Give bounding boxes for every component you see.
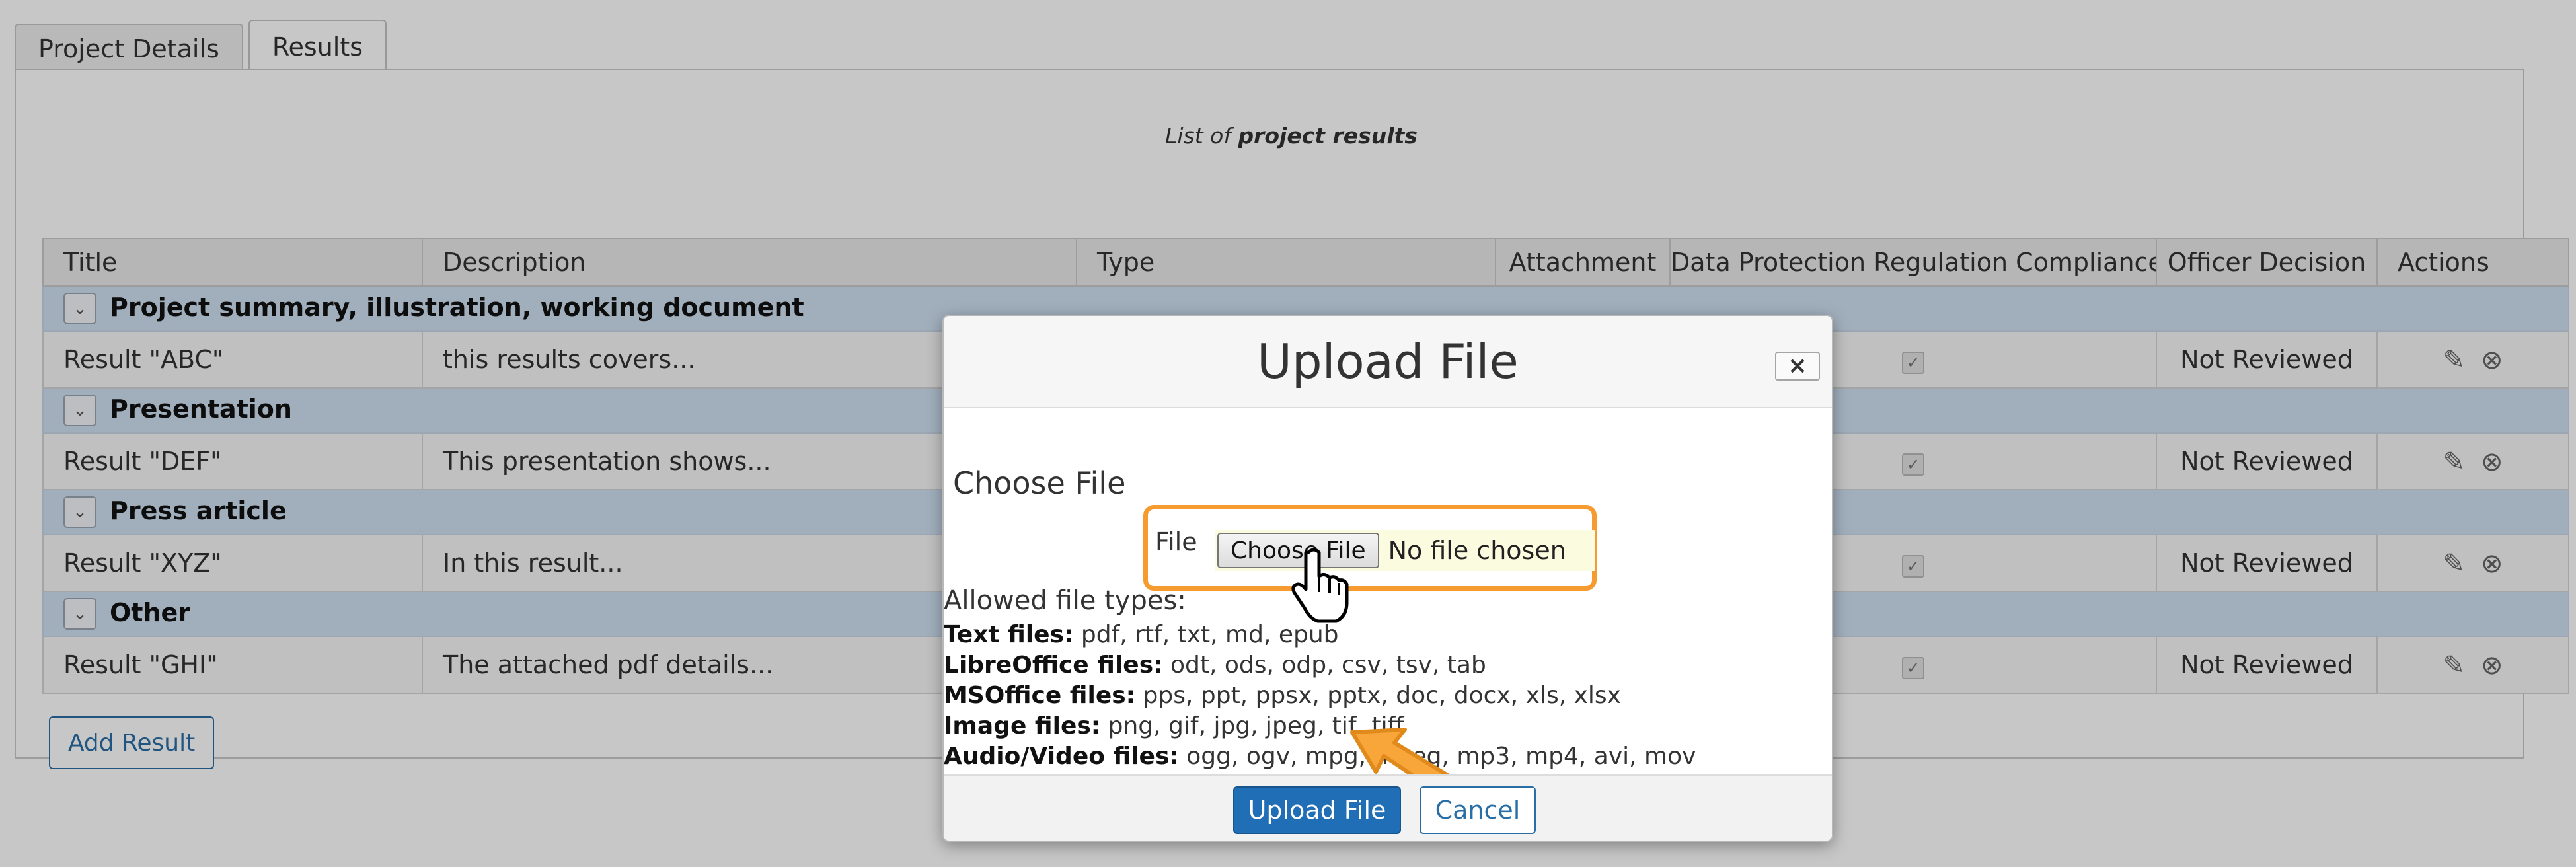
file-type-line: LibreOffice files: odt, ods, odp, csv, t…: [944, 652, 1486, 679]
close-button[interactable]: ×: [1775, 352, 1820, 381]
file-type-line: Audio/Video files: ogg, ogv, mpg, mpeg, …: [944, 743, 1696, 770]
choose-file-heading: Choose File: [953, 465, 1126, 501]
dialog-footer: Upload File Cancel: [944, 774, 1832, 841]
file-type-line: Image files: png, gif, jpg, jpeg, tif, t…: [944, 712, 1404, 739]
file-input[interactable]: Choose File No file chosen: [1215, 530, 1595, 571]
cancel-button[interactable]: Cancel: [1420, 786, 1536, 834]
file-type-exts: pdf, rtf, txt, md, epub: [1080, 621, 1339, 648]
file-type-label: MSOffice files:: [944, 682, 1136, 709]
upload-file-dialog: Upload File × Choose File File Choose Fi…: [942, 315, 1833, 842]
dialog-header: Upload File ×: [944, 316, 1832, 408]
file-type-line: MSOffice files: pps, ppt, ppsx, pptx, do…: [944, 682, 1621, 709]
file-type-label: Image files:: [944, 712, 1101, 739]
file-type-label: Audio/Video files:: [944, 743, 1179, 770]
file-type-label: Text files:: [944, 621, 1074, 648]
file-type-exts: pps, ppt, ppsx, pptx, doc, docx, xls, xl…: [1143, 682, 1621, 709]
upload-file-button[interactable]: Upload File: [1233, 786, 1401, 834]
file-label: File: [1155, 527, 1197, 556]
file-type-line: Text files: pdf, rtf, txt, md, epub: [944, 621, 1339, 648]
file-type-exts: odt, ods, odp, csv, tsv, tab: [1170, 652, 1486, 679]
hand-cursor-icon: [1291, 548, 1349, 623]
no-file-chosen-text: No file chosen: [1388, 536, 1566, 565]
dialog-title: Upload File: [1257, 334, 1519, 389]
file-type-label: LibreOffice files:: [944, 652, 1163, 679]
allowed-types-heading: Allowed file types:: [944, 585, 1186, 616]
